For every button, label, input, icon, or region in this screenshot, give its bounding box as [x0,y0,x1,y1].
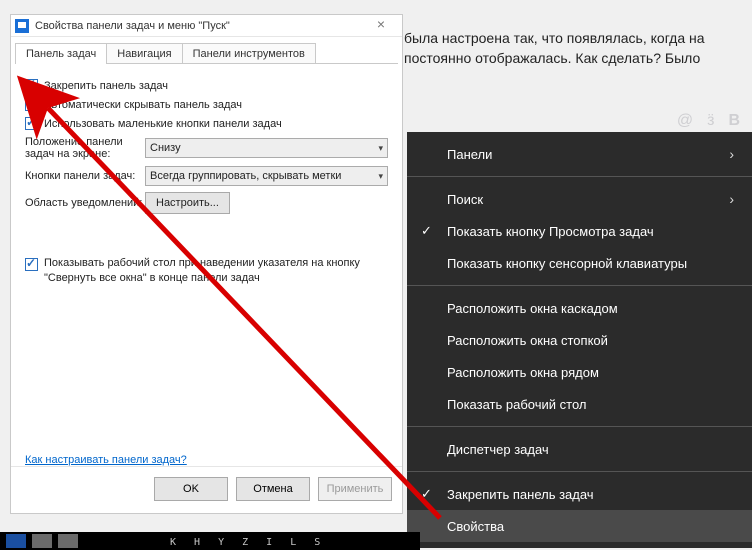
menu-label: Показать кнопку Просмотра задач [447,224,654,239]
label-position: Положение панели задач на экране: [25,136,145,160]
label-buttons: Кнопки панели задач: [25,170,145,182]
check-label: Показывать рабочий стол при наведении ук… [44,256,388,286]
menu-label: Расположить окна рядом [447,365,599,380]
menu-task-manager[interactable]: Диспетчер задач [407,433,752,465]
checkbox-icon [25,117,38,130]
menu-label: Панели [447,147,492,162]
at-icon: @ [677,112,693,130]
dialog-titlebar[interactable]: Свойства панели задач и меню "Пуск" × [11,15,402,37]
menu-label: Поиск [447,192,483,207]
taskbar-properties-dialog: Свойства панели задач и меню "Пуск" × Па… [10,14,403,514]
chevron-down-icon: ▾ [378,143,383,154]
ok-button[interactable]: OK [154,477,228,501]
menu-label: Показать рабочий стол [447,397,586,412]
menu-label: Свойства [447,519,504,534]
menu-label: Расположить окна каскадом [447,301,618,316]
dialog-title: Свойства панели задач и меню "Пуск" [35,20,366,32]
tab-navigation[interactable]: Навигация [106,43,182,64]
social-icons: @ ӟ B [677,112,740,130]
menu-label: Расположить окна стопкой [447,333,608,348]
tab-taskbar[interactable]: Панель задач [15,43,107,64]
checkbox-icon [25,258,38,271]
taskbar-context-menu: Панели › Поиск › ✓ Показать кнопку Просм… [407,132,752,548]
check-autohide-taskbar[interactable]: Автоматически скрывать панель задач [25,98,388,111]
check-small-buttons[interactable]: Использовать маленькие кнопки панели зад… [25,117,388,130]
check-label: Использовать маленькие кнопки панели зад… [44,118,282,130]
menu-label: Закрепить панель задач [447,487,594,502]
ok-icon: ӟ [707,112,714,130]
taskbar-app-icon[interactable] [58,534,78,548]
close-button[interactable]: × [366,17,396,35]
menu-touch-keyboard[interactable]: Показать кнопку сенсорной клавиатуры [407,247,752,279]
menu-search[interactable]: Поиск › [407,183,752,215]
check-show-desktop-preview[interactable]: Показывать рабочий стол при наведении ук… [25,256,388,286]
check-label: Закрепить панель задач [44,80,168,92]
check-icon: ✓ [421,223,432,239]
menu-lock-taskbar[interactable]: ✓ Закрепить панель задач [407,478,752,510]
tab-toolbars[interactable]: Панели инструментов [182,43,316,64]
help-link[interactable]: Как настраивать панели задач? [25,454,402,466]
page-background-text: была настроена так, что появлялась, когд… [404,28,744,69]
dialog-footer: OK Отмена Применить [11,466,402,513]
chevron-right-icon: › [729,146,734,162]
menu-sidebyside[interactable]: Расположить окна рядом [407,356,752,388]
dialog-icon [15,19,29,33]
check-lock-taskbar[interactable]: Закрепить панель задач [25,79,388,92]
check-icon: ✓ [421,486,432,502]
taskbar-app-icon[interactable] [6,534,26,548]
dialog-tabs: Панель задач Навигация Панели инструмент… [11,37,402,64]
menu-cascade[interactable]: Расположить окна каскадом [407,292,752,324]
apply-button[interactable]: Применить [318,477,392,501]
select-position[interactable]: Снизу ▾ [145,138,388,158]
configure-button[interactable]: Настроить... [145,192,230,214]
check-label: Автоматически скрывать панель задач [44,99,242,111]
select-value: Снизу [150,142,181,154]
vk-icon: B [728,112,740,130]
chevron-down-icon: ▾ [378,171,383,182]
wallpaper-text: K H Y Z I L S [170,537,326,548]
cancel-button[interactable]: Отмена [236,477,310,501]
taskbar-app-icon[interactable] [32,534,52,548]
chevron-right-icon: › [729,191,734,207]
checkbox-icon [25,98,38,111]
menu-properties[interactable]: Свойства [407,510,752,542]
checkbox-icon [25,79,38,92]
menu-label: Диспетчер задач [447,442,549,457]
menu-label: Показать кнопку сенсорной клавиатуры [447,256,687,271]
select-grouping[interactable]: Всегда группировать, скрывать метки ▾ [145,166,388,186]
menu-show-desktop[interactable]: Показать рабочий стол [407,388,752,420]
menu-panels[interactable]: Панели › [407,138,752,170]
menu-stack[interactable]: Расположить окна стопкой [407,324,752,356]
select-value: Всегда группировать, скрывать метки [150,170,341,182]
menu-taskview[interactable]: ✓ Показать кнопку Просмотра задач [407,215,752,247]
label-notification-area: Область уведомлений: [25,197,145,209]
